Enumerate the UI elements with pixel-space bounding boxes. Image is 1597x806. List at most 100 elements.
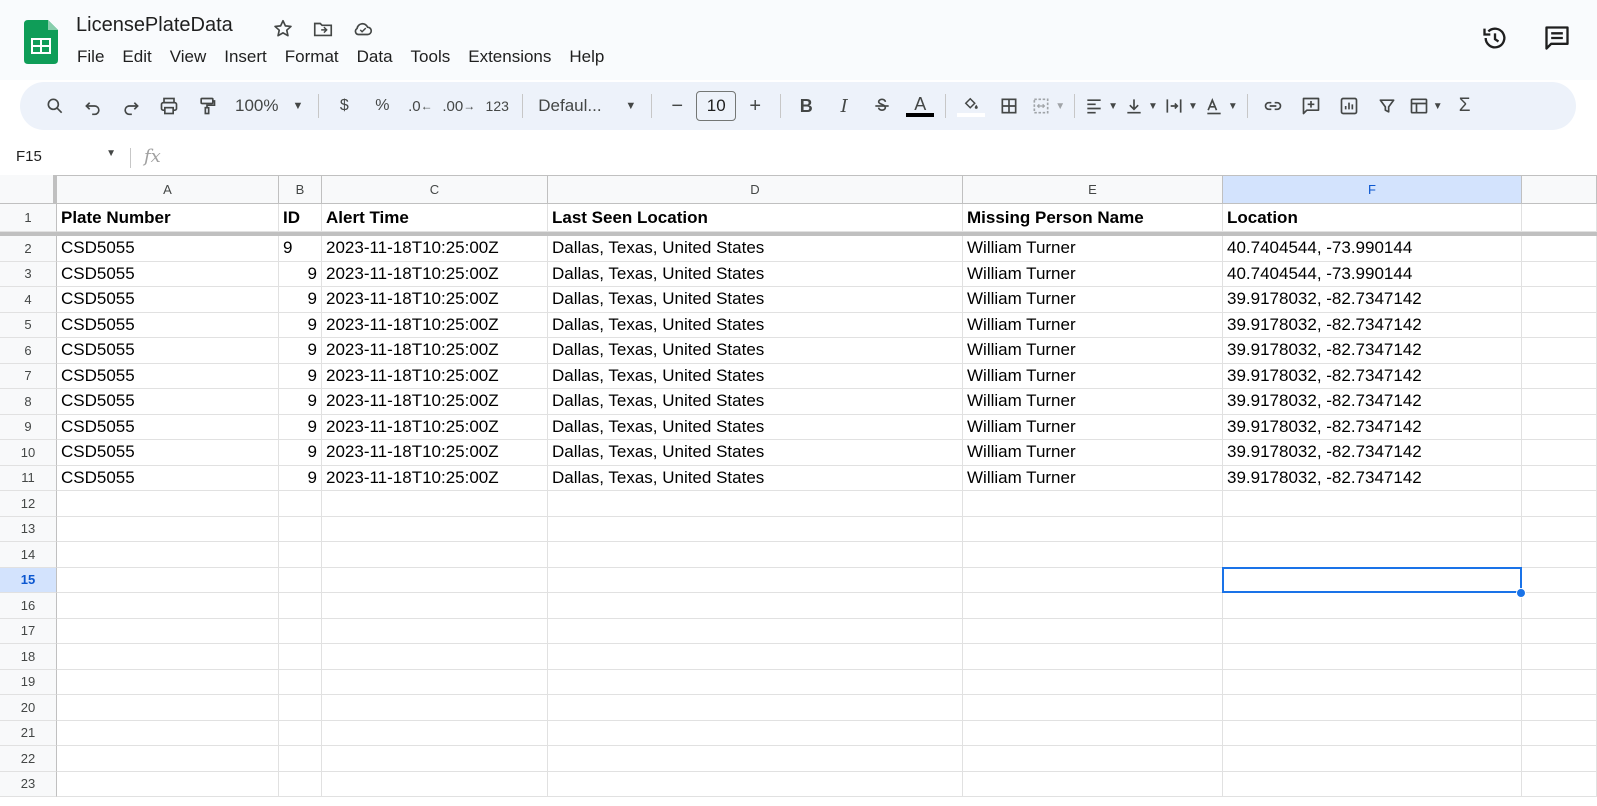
empty-cell[interactable]	[1223, 516, 1522, 542]
table-cell[interactable]: 2023-11-18T10:25:00Z	[322, 363, 548, 389]
zoom-select[interactable]: 100% ▼	[229, 90, 309, 122]
empty-cell[interactable]	[1522, 204, 1597, 232]
empty-cell[interactable]	[1522, 593, 1597, 619]
empty-cell[interactable]	[1522, 465, 1597, 491]
empty-cell[interactable]	[279, 695, 322, 721]
table-cell[interactable]: CSD5055	[57, 440, 279, 466]
empty-cell[interactable]	[1522, 644, 1597, 670]
row-header-22[interactable]: 22	[0, 746, 57, 772]
version-history-icon[interactable]	[1479, 22, 1511, 54]
empty-cell[interactable]	[57, 516, 279, 542]
table-cell[interactable]: CSD5055	[57, 389, 279, 415]
empty-cell[interactable]	[963, 542, 1223, 568]
filter-views-icon[interactable]: ▼	[1409, 90, 1443, 122]
strikethrough-icon[interactable]	[866, 90, 898, 122]
empty-cell[interactable]	[322, 644, 548, 670]
empty-cell[interactable]	[1223, 746, 1522, 772]
empty-cell[interactable]	[548, 618, 963, 644]
row-header-11[interactable]: 11	[0, 465, 57, 491]
decrease-font-size-button[interactable]: −	[661, 90, 693, 122]
table-cell[interactable]: 9	[279, 261, 322, 287]
font-size-input[interactable]: 10	[696, 91, 737, 121]
fill-color-icon[interactable]	[955, 90, 987, 122]
empty-cell[interactable]	[57, 542, 279, 568]
empty-cell[interactable]	[322, 618, 548, 644]
insert-comment-icon[interactable]	[1295, 90, 1327, 122]
empty-cell[interactable]	[1522, 720, 1597, 746]
text-wrapping-icon[interactable]: ▼	[1164, 90, 1198, 122]
table-cell[interactable]: 2023-11-18T10:25:00Z	[322, 338, 548, 364]
empty-cell[interactable]	[1223, 542, 1522, 568]
empty-cell[interactable]	[279, 618, 322, 644]
row-header-10[interactable]: 10	[0, 440, 57, 466]
empty-cell[interactable]	[57, 618, 279, 644]
empty-cell[interactable]	[279, 771, 322, 797]
table-cell[interactable]: William Turner	[963, 338, 1223, 364]
empty-cell[interactable]	[279, 491, 322, 517]
empty-cell[interactable]	[963, 491, 1223, 517]
insert-link-icon[interactable]	[1257, 90, 1289, 122]
name-box[interactable]: F15 ▼	[16, 148, 116, 165]
empty-cell[interactable]	[1522, 261, 1597, 287]
column-header-d[interactable]: D	[548, 175, 963, 204]
table-cell[interactable]: 2023-11-18T10:25:00Z	[322, 236, 548, 262]
filter-icon[interactable]	[1371, 90, 1403, 122]
empty-cell[interactable]	[548, 567, 963, 593]
table-cell[interactable]: 9	[279, 312, 322, 338]
empty-cell[interactable]	[1522, 567, 1597, 593]
empty-cell[interactable]	[57, 491, 279, 517]
empty-cell[interactable]	[57, 593, 279, 619]
undo-icon[interactable]	[77, 90, 109, 122]
row-header-2[interactable]: 2	[0, 236, 57, 262]
empty-cell[interactable]	[1522, 414, 1597, 440]
table-cell[interactable]: 2023-11-18T10:25:00Z	[322, 287, 548, 313]
empty-cell[interactable]	[963, 516, 1223, 542]
empty-cell[interactable]	[548, 644, 963, 670]
empty-cell[interactable]	[322, 516, 548, 542]
table-cell[interactable]: Missing Person Name	[963, 204, 1223, 232]
increase-font-size-button[interactable]: +	[739, 90, 771, 122]
table-cell[interactable]: 2023-11-18T10:25:00Z	[322, 465, 548, 491]
text-rotation-icon[interactable]: ▼	[1204, 90, 1238, 122]
table-cell[interactable]: 9	[279, 287, 322, 313]
empty-cell[interactable]	[548, 720, 963, 746]
vertical-align-icon[interactable]: ▼	[1124, 90, 1158, 122]
empty-cell[interactable]	[1522, 695, 1597, 721]
table-cell[interactable]: Dallas, Texas, United States	[548, 312, 963, 338]
frozen-row-divider[interactable]	[0, 232, 1597, 236]
table-cell[interactable]: William Turner	[963, 389, 1223, 415]
table-cell[interactable]: 2023-11-18T10:25:00Z	[322, 261, 548, 287]
sheets-logo-icon[interactable]	[24, 20, 58, 64]
empty-cell[interactable]	[548, 669, 963, 695]
empty-cell[interactable]	[322, 669, 548, 695]
empty-cell[interactable]	[1522, 338, 1597, 364]
table-cell[interactable]: 39.9178032, -82.7347142	[1223, 465, 1522, 491]
table-cell[interactable]: Alert Time	[322, 204, 548, 232]
row-header-8[interactable]: 8	[0, 389, 57, 415]
empty-cell[interactable]	[279, 567, 322, 593]
table-cell[interactable]: Dallas, Texas, United States	[548, 287, 963, 313]
table-cell[interactable]: 39.9178032, -82.7347142	[1223, 440, 1522, 466]
row-header-14[interactable]: 14	[0, 542, 57, 568]
empty-cell[interactable]	[1223, 669, 1522, 695]
table-cell[interactable]: 2023-11-18T10:25:00Z	[322, 389, 548, 415]
italic-button[interactable]: I	[828, 90, 860, 122]
table-cell[interactable]: 9	[279, 414, 322, 440]
table-cell[interactable]: 39.9178032, -82.7347142	[1223, 338, 1522, 364]
table-cell[interactable]: CSD5055	[57, 363, 279, 389]
empty-cell[interactable]	[279, 669, 322, 695]
table-cell[interactable]: 9	[279, 465, 322, 491]
empty-cell[interactable]	[1223, 644, 1522, 670]
empty-cell[interactable]	[322, 567, 548, 593]
row-header-7[interactable]: 7	[0, 363, 57, 389]
empty-cell[interactable]	[57, 695, 279, 721]
row-header-6[interactable]: 6	[0, 338, 57, 364]
empty-cell[interactable]	[548, 593, 963, 619]
paint-format-icon[interactable]	[191, 90, 223, 122]
empty-cell[interactable]	[1223, 491, 1522, 517]
empty-cell[interactable]	[57, 567, 279, 593]
row-header-23[interactable]: 23	[0, 771, 57, 797]
row-header-18[interactable]: 18	[0, 644, 57, 670]
empty-cell[interactable]	[963, 746, 1223, 772]
empty-cell[interactable]	[1223, 618, 1522, 644]
